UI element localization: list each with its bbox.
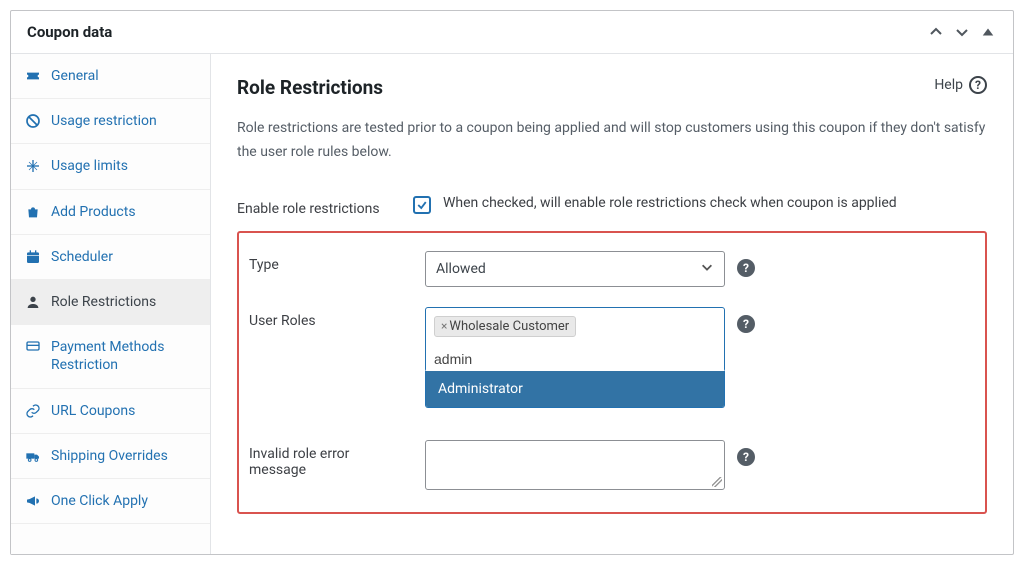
sidebar-item-label: Shipping Overrides	[51, 447, 168, 465]
resize-handle-icon[interactable]	[712, 477, 722, 487]
panel-toggle-icon[interactable]	[979, 23, 997, 41]
enable-role-restrictions-checkbox[interactable]	[413, 196, 431, 214]
help-icon: ?	[969, 76, 987, 94]
row-user-roles: User Roles × Wholesale Customer	[249, 297, 975, 382]
panel-header: Coupon data	[11, 11, 1013, 54]
sidebar: General Usage restriction Usage limits A…	[11, 54, 211, 554]
enable-hint: When checked, will enable role restricti…	[443, 195, 897, 211]
selected-role-tag: × Wholesale Customer	[434, 316, 576, 337]
row-type: Type Allowed ?	[249, 241, 975, 297]
row-invalid-role-error: Invalid role error message ?	[249, 430, 975, 500]
block-icon	[25, 113, 41, 129]
panel-move-down-icon[interactable]	[953, 23, 971, 41]
panel-title: Coupon data	[27, 23, 112, 41]
coupon-data-panel: Coupon data General	[10, 10, 1014, 555]
limits-icon	[25, 158, 41, 174]
sidebar-item-usage-restriction[interactable]: Usage restriction	[11, 99, 210, 144]
sidebar-item-general[interactable]: General	[11, 54, 210, 99]
sidebar-item-url-coupons[interactable]: URL Coupons	[11, 389, 210, 434]
sidebar-item-usage-limits[interactable]: Usage limits	[11, 144, 210, 189]
sidebar-item-label: Role Restrictions	[51, 293, 156, 311]
sidebar-item-role-restrictions[interactable]: Role Restrictions	[11, 280, 210, 325]
card-icon	[25, 338, 41, 354]
link-icon	[25, 403, 41, 419]
type-selected-value: Allowed	[436, 261, 486, 277]
page-title: Role Restrictions	[237, 76, 987, 99]
sidebar-item-add-products[interactable]: Add Products	[11, 190, 210, 235]
type-label: Type	[249, 251, 409, 273]
user-roles-help-icon[interactable]: ?	[737, 315, 755, 333]
main-content: Help ? Role Restrictions Role restrictio…	[211, 54, 1013, 554]
help-label: Help	[934, 77, 963, 93]
error-msg-help-icon[interactable]: ?	[737, 448, 755, 466]
ticket-icon	[25, 68, 41, 84]
panel-move-up-icon[interactable]	[927, 23, 945, 41]
tag-label: Wholesale Customer	[449, 319, 569, 334]
panel-actions	[927, 23, 997, 41]
error-msg-label: Invalid role error message	[249, 440, 409, 478]
type-select[interactable]: Allowed	[425, 251, 725, 287]
sidebar-item-label: Scheduler	[51, 248, 113, 266]
sidebar-item-label: General	[51, 67, 99, 85]
truck-icon	[25, 448, 41, 464]
chevron-down-icon	[700, 260, 714, 278]
sidebar-item-label: Payment Methods Restriction	[51, 338, 196, 374]
sidebar-item-shipping-overrides[interactable]: Shipping Overrides	[11, 434, 210, 479]
user-roles-search-input[interactable]	[426, 345, 724, 371]
sidebar-item-payment-methods-restriction[interactable]: Payment Methods Restriction	[11, 325, 210, 388]
sidebar-item-label: URL Coupons	[51, 402, 135, 420]
sidebar-item-label: One Click Apply	[51, 492, 148, 510]
row-enable-role-restrictions: Enable role restrictions When checked, w…	[237, 185, 987, 227]
page-description: Role restrictions are tested prior to a …	[237, 117, 987, 165]
error-msg-textarea[interactable]	[425, 440, 725, 490]
sidebar-item-label: Usage limits	[51, 157, 128, 175]
sidebar-item-scheduler[interactable]: Scheduler	[11, 235, 210, 280]
megaphone-icon	[25, 493, 41, 509]
sidebar-item-one-click-apply[interactable]: One Click Apply	[11, 479, 210, 524]
type-help-icon[interactable]: ?	[737, 259, 755, 277]
calendar-icon	[25, 249, 41, 265]
enable-label: Enable role restrictions	[237, 195, 397, 217]
highlighted-settings: Type Allowed ? User Roles	[237, 231, 987, 514]
remove-tag-icon[interactable]: ×	[441, 319, 447, 333]
panel-body: General Usage restriction Usage limits A…	[11, 54, 1013, 554]
user-roles-dropdown: Administrator	[425, 371, 725, 408]
help-link[interactable]: Help ?	[934, 76, 987, 94]
bag-icon	[25, 204, 41, 220]
user-roles-multiselect[interactable]: × Wholesale Customer Administrator	[425, 307, 725, 372]
sidebar-item-label: Add Products	[51, 203, 136, 221]
dropdown-option-administrator[interactable]: Administrator	[426, 371, 724, 407]
user-roles-label: User Roles	[249, 307, 409, 329]
user-icon	[25, 294, 41, 310]
sidebar-item-label: Usage restriction	[51, 112, 157, 130]
